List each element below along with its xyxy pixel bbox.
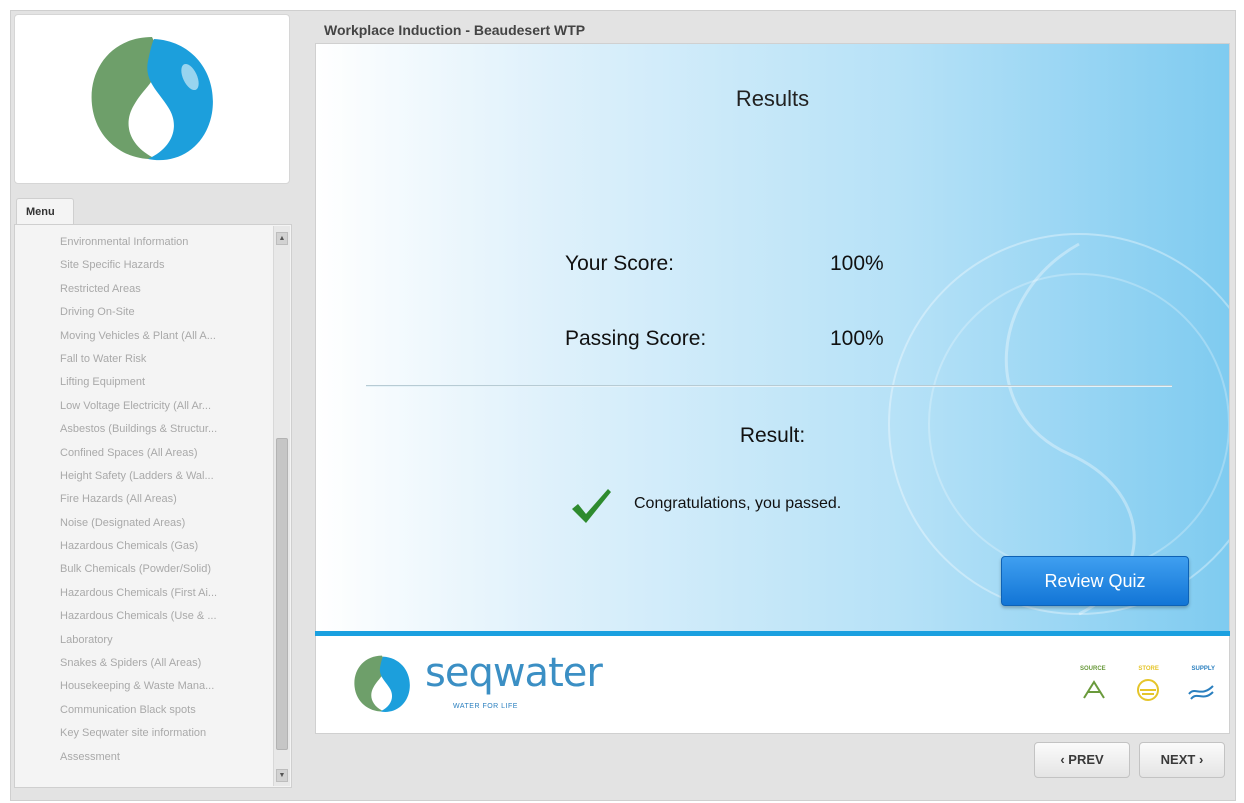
next-label: NEXT	[1160, 752, 1196, 767]
menu-item[interactable]: Hazardous Chemicals (Gas)	[15, 535, 273, 558]
menu-item[interactable]: Height Safety (Ladders & Wal...	[15, 465, 273, 488]
menu-item[interactable]: Fall to Water Risk	[15, 348, 273, 371]
menu-item[interactable]: Laboratory	[15, 629, 273, 652]
menu-item[interactable]: Bulk Chemicals (Powder/Solid)	[15, 558, 273, 581]
supply-icon	[1188, 685, 1214, 700]
seqwater-brand: seqwater WATER FOR LIFE	[350, 650, 630, 720]
menu-item[interactable]: Fire Hazards (All Areas)	[15, 488, 273, 511]
menu-item[interactable]: Communication Black spots	[15, 699, 273, 722]
source-store-supply-badge: SOURCE STORE SUPPLY	[1080, 666, 1215, 716]
menu-item[interactable]: Snakes & Spiders (All Areas)	[15, 652, 273, 675]
course-title: Workplace Induction - Beaudesert WTP	[324, 22, 586, 38]
prev-label: PREV	[1068, 752, 1104, 767]
source-label: SOURCE	[1080, 666, 1106, 672]
menu-item-partial[interactable]: ·	[15, 225, 273, 231]
scroll-thumb[interactable]	[276, 438, 288, 750]
results-heading: Results	[735, 86, 810, 111]
menu-item[interactable]: Key Seqwater site information	[15, 722, 273, 745]
brand-tagline: WATER FOR LIFE	[453, 703, 518, 710]
passing-score-row: Passing Score: 100%	[565, 327, 884, 351]
seqwater-small-logo-icon	[354, 655, 410, 712]
chevron-right-icon: ›	[1198, 752, 1204, 767]
your-score-row: Your Score: 100%	[565, 252, 884, 276]
store-label: STORE	[1138, 666, 1159, 672]
menu-item[interactable]: Restricted Areas	[15, 278, 273, 301]
scroll-down-icon[interactable]: ▼	[276, 769, 288, 782]
prev-button[interactable]: ‹ PREV	[1034, 742, 1130, 778]
passing-score-label: Passing Score:	[565, 327, 707, 350]
store-icon	[1136, 679, 1159, 701]
menu-list: · Environmental Information Site Specific…	[15, 225, 273, 769]
menu-scrollbar[interactable]: ▲ ▼	[273, 226, 290, 786]
menu-item[interactable]: Housekeeping & Waste Mana...	[15, 675, 273, 698]
menu-item[interactable]: Environmental Information	[15, 231, 273, 254]
review-quiz-button[interactable]: Review Quiz	[1001, 556, 1189, 606]
next-button[interactable]: NEXT ›	[1139, 742, 1225, 778]
seqwater-logo-icon	[91, 37, 213, 161]
result-message: Congratulations, you passed.	[634, 495, 842, 512]
passing-score-value: 100%	[830, 327, 884, 350]
supply-label: SUPPLY	[1191, 666, 1215, 672]
divider	[366, 385, 1172, 387]
your-score-value: 100%	[830, 252, 884, 275]
checkmark-icon	[572, 489, 611, 523]
source-icon	[1083, 680, 1105, 699]
scroll-up-icon[interactable]: ▲	[276, 232, 288, 245]
result-label: Result:	[739, 424, 806, 447]
menu-item[interactable]: Moving Vehicles & Plant (All A...	[15, 325, 273, 348]
results-slide: Results Your Score: 100% Passing Score: 10…	[315, 43, 1230, 631]
footer-banner: seqwater WATER FOR LIFE SOURCE STORE SUP…	[315, 636, 1230, 734]
menu-item[interactable]: Low Voltage Electricity (All Ar...	[15, 395, 273, 418]
menu-tab[interactable]: Menu	[16, 198, 74, 224]
menu-item[interactable]: Noise (Designated Areas)	[15, 512, 273, 535]
menu-item[interactable]: Driving On-Site	[15, 301, 273, 324]
menu-panel: · Environmental Information Site Specific…	[14, 224, 292, 788]
menu-item[interactable]: Hazardous Chemicals (First Ai...	[15, 582, 273, 605]
your-score-label: Your Score:	[565, 252, 674, 275]
brand-name: seqwater	[425, 650, 603, 696]
menu-item[interactable]: Site Specific Hazards	[15, 254, 273, 277]
chevron-left-icon: ‹	[1060, 752, 1065, 767]
menu-item[interactable]: Hazardous Chemicals (Use & ...	[15, 605, 273, 628]
menu-item[interactable]: Confined Spaces (All Areas)	[15, 442, 273, 465]
logo-panel	[14, 14, 290, 184]
menu-item[interactable]: Lifting Equipment	[15, 371, 273, 394]
menu-item[interactable]: Asbestos (Buildings & Structur...	[15, 418, 273, 441]
menu-item[interactable]: Assessment	[15, 746, 273, 769]
